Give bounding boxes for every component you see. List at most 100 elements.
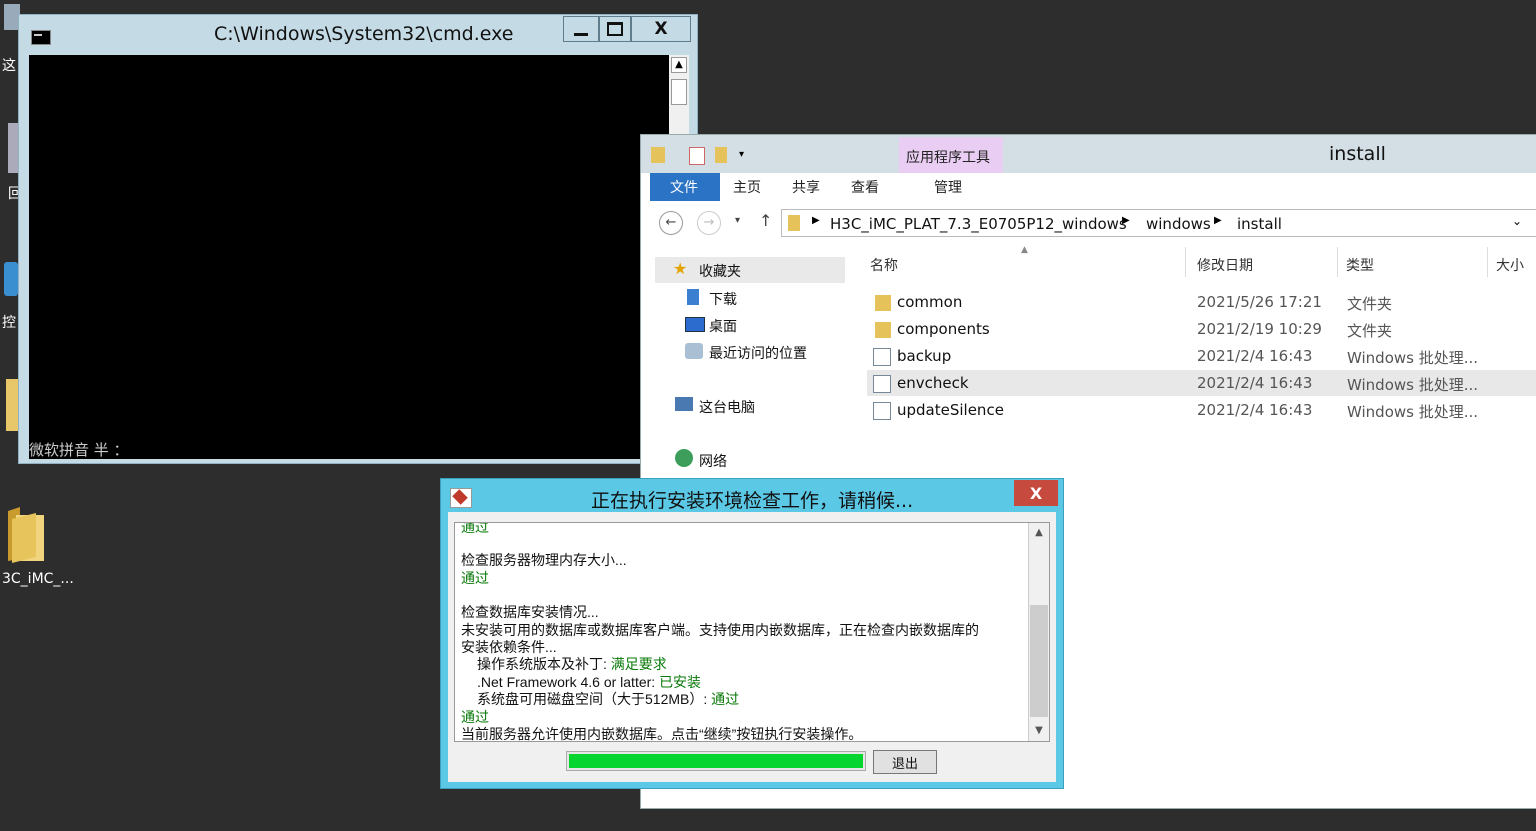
tab-view[interactable]: 查看 [851, 177, 879, 197]
forward-button[interactable]: → [697, 211, 721, 235]
file-date: 2021/2/19 10:29 [1197, 320, 1322, 338]
scroll-thumb[interactable] [671, 79, 687, 105]
close-button[interactable]: X [631, 16, 691, 42]
close-button[interactable]: X [1014, 480, 1058, 506]
ime-status: 微软拼音 半 ： [29, 441, 129, 459]
log-line: 检查服务器物理内存大小... [461, 552, 627, 568]
scroll-up-button[interactable]: ▲ [1031, 525, 1047, 541]
column-header-name[interactable]: 名称 [870, 255, 898, 275]
log-check-label: 系统盘可用磁盘空间（大于512MB）: [477, 691, 712, 707]
nav-desktop[interactable]: 桌面 [649, 312, 849, 336]
log-check-status: 通过 [711, 691, 740, 707]
computer-icon [675, 397, 693, 411]
desktop-icon-thispc[interactable]: 这 [0, 0, 20, 75]
dialog-body: 通过 检查服务器物理内存大小... 通过 检查数据库安装情况... 未安装可用的… [448, 512, 1056, 782]
nav-label: 网络 [699, 454, 727, 470]
recent-locations-button[interactable]: ▾ [735, 215, 740, 226]
cmd-window[interactable]: C:\Windows\System32\cmd.exe X ▲ 微软拼音 半 ： [18, 14, 698, 464]
desktop-icon-label: 3C_iMC_... [2, 571, 74, 587]
log-line: 操作系统版本及补丁: 满足要求 [477, 654, 667, 674]
file-name: backup [897, 347, 952, 365]
address-dropdown-icon[interactable]: ⌄ [1512, 214, 1522, 228]
batch-file-icon [873, 402, 891, 420]
scroll-thumb[interactable] [1030, 605, 1048, 717]
properties-icon[interactable] [689, 147, 705, 165]
desktop-icon-control[interactable]: 控 [0, 260, 20, 335]
file-name: envcheck [897, 374, 969, 392]
installer-app-icon [450, 488, 472, 508]
desktop-icon-h3c[interactable]: 3C_iMC_... [0, 505, 80, 590]
log-check-label: 操作系统版本及补丁: [477, 656, 611, 672]
new-folder-icon[interactable] [715, 147, 727, 163]
desktop-icon-label: 这 [2, 58, 16, 74]
log-line-ok: 通过 [461, 522, 489, 535]
cmd-app-icon [31, 30, 51, 45]
chevron-right-icon: ▶ [1214, 215, 1222, 226]
folder-icon [875, 295, 891, 311]
quick-access-toolbar[interactable]: ▾ [651, 145, 761, 165]
chevron-down-icon[interactable]: ▾ [739, 149, 744, 160]
dialog-title: 正在执行安装环境检查工作，请稍候... [591, 490, 914, 512]
context-tab[interactable]: 应用程序工具 [899, 137, 1003, 173]
exit-button[interactable]: 退出 [873, 750, 937, 774]
recent-places-icon [685, 343, 703, 359]
breadcrumb-item[interactable]: install [1237, 215, 1282, 233]
log-scrollbar[interactable]: ▲ ▼ [1028, 523, 1049, 741]
nav-network[interactable]: 网络 [649, 447, 849, 471]
breadcrumb-item[interactable]: H3C_iMC_PLAT_7.3_E0705P12_windows [830, 215, 1127, 233]
tab-share[interactable]: 共享 [792, 177, 820, 197]
log-line-ok: 通过 [461, 570, 489, 586]
column-header-size[interactable]: 大小 [1496, 255, 1524, 275]
tab-manage[interactable]: 管理 [934, 177, 962, 197]
desktop-icon [685, 317, 705, 332]
back-button[interactable]: ← [659, 211, 683, 235]
file-row[interactable]: common 2021/5/26 17:21 文件夹 [867, 289, 1536, 315]
file-date: 2021/5/26 17:21 [1197, 293, 1322, 311]
batch-file-icon [873, 348, 891, 366]
nav-recent[interactable]: 最近访问的位置 [649, 339, 849, 363]
nav-label: 下载 [709, 292, 737, 308]
maximize-icon [607, 22, 623, 36]
tab-home[interactable]: 主页 [733, 177, 761, 197]
file-name: updateSilence [897, 401, 1004, 419]
file-name: common [897, 293, 963, 311]
scroll-up-button[interactable]: ▲ [671, 57, 687, 73]
downloads-icon [687, 289, 699, 305]
tab-label: 文件 [670, 180, 698, 196]
network-icon [675, 449, 693, 467]
file-row[interactable]: components 2021/2/19 10:29 文件夹 [867, 316, 1536, 342]
file-row-selected[interactable]: envcheck 2021/2/4 16:43 Windows 批处理... [867, 370, 1536, 396]
file-row[interactable]: backup 2021/2/4 16:43 Windows 批处理... [867, 343, 1536, 369]
console-output[interactable] [29, 55, 669, 459]
file-date: 2021/2/4 16:43 [1197, 347, 1313, 365]
up-button[interactable]: ↑ [759, 211, 772, 230]
maximize-button[interactable] [599, 16, 631, 42]
recycle-bin-icon [8, 123, 18, 173]
file-row[interactable]: updateSilence 2021/2/4 16:43 Windows 批处理… [867, 397, 1536, 423]
file-date: 2021/2/4 16:43 [1197, 401, 1313, 419]
ribbon-tabs: 文件 主页 共享 查看 管理 [641, 173, 1536, 202]
desktop-icon-recycle[interactable]: 回 [0, 115, 22, 205]
progress-fill [569, 754, 863, 768]
nav-label: 这台电脑 [699, 400, 755, 416]
breadcrumb-item[interactable]: windows [1146, 215, 1211, 233]
column-header-type[interactable]: 类型 [1346, 255, 1374, 275]
folder-icon [8, 507, 44, 563]
nav-this-pc[interactable]: 这台电脑 [649, 393, 849, 417]
folder-icon [6, 379, 18, 431]
scroll-down-button[interactable]: ▼ [1031, 723, 1047, 739]
log-check-label: .Net Framework 4.6 or latter: [477, 674, 660, 690]
desktop-icon-label: 控 [2, 315, 16, 331]
minimize-button[interactable] [563, 16, 599, 42]
desktop-icon-folder-partial[interactable] [0, 375, 18, 435]
nav-favorites[interactable]: ★ 收藏夹 [655, 257, 845, 283]
check-log[interactable]: 通过 检查服务器物理内存大小... 通过 检查数据库安装情况... 未安装可用的… [454, 522, 1050, 742]
env-check-dialog[interactable]: 正在执行安装环境检查工作，请稍候... X 通过 检查服务器物理内存大小... … [440, 478, 1064, 789]
nav-downloads[interactable]: 下载 [649, 285, 849, 309]
tab-file[interactable]: 文件 [650, 173, 720, 201]
file-type: 文件夹 [1347, 322, 1393, 340]
sort-arrow-icon: ▲ [1021, 245, 1028, 255]
column-header-date[interactable]: 修改日期 [1197, 255, 1253, 275]
star-icon: ★ [673, 259, 688, 278]
minimize-icon [574, 32, 588, 36]
